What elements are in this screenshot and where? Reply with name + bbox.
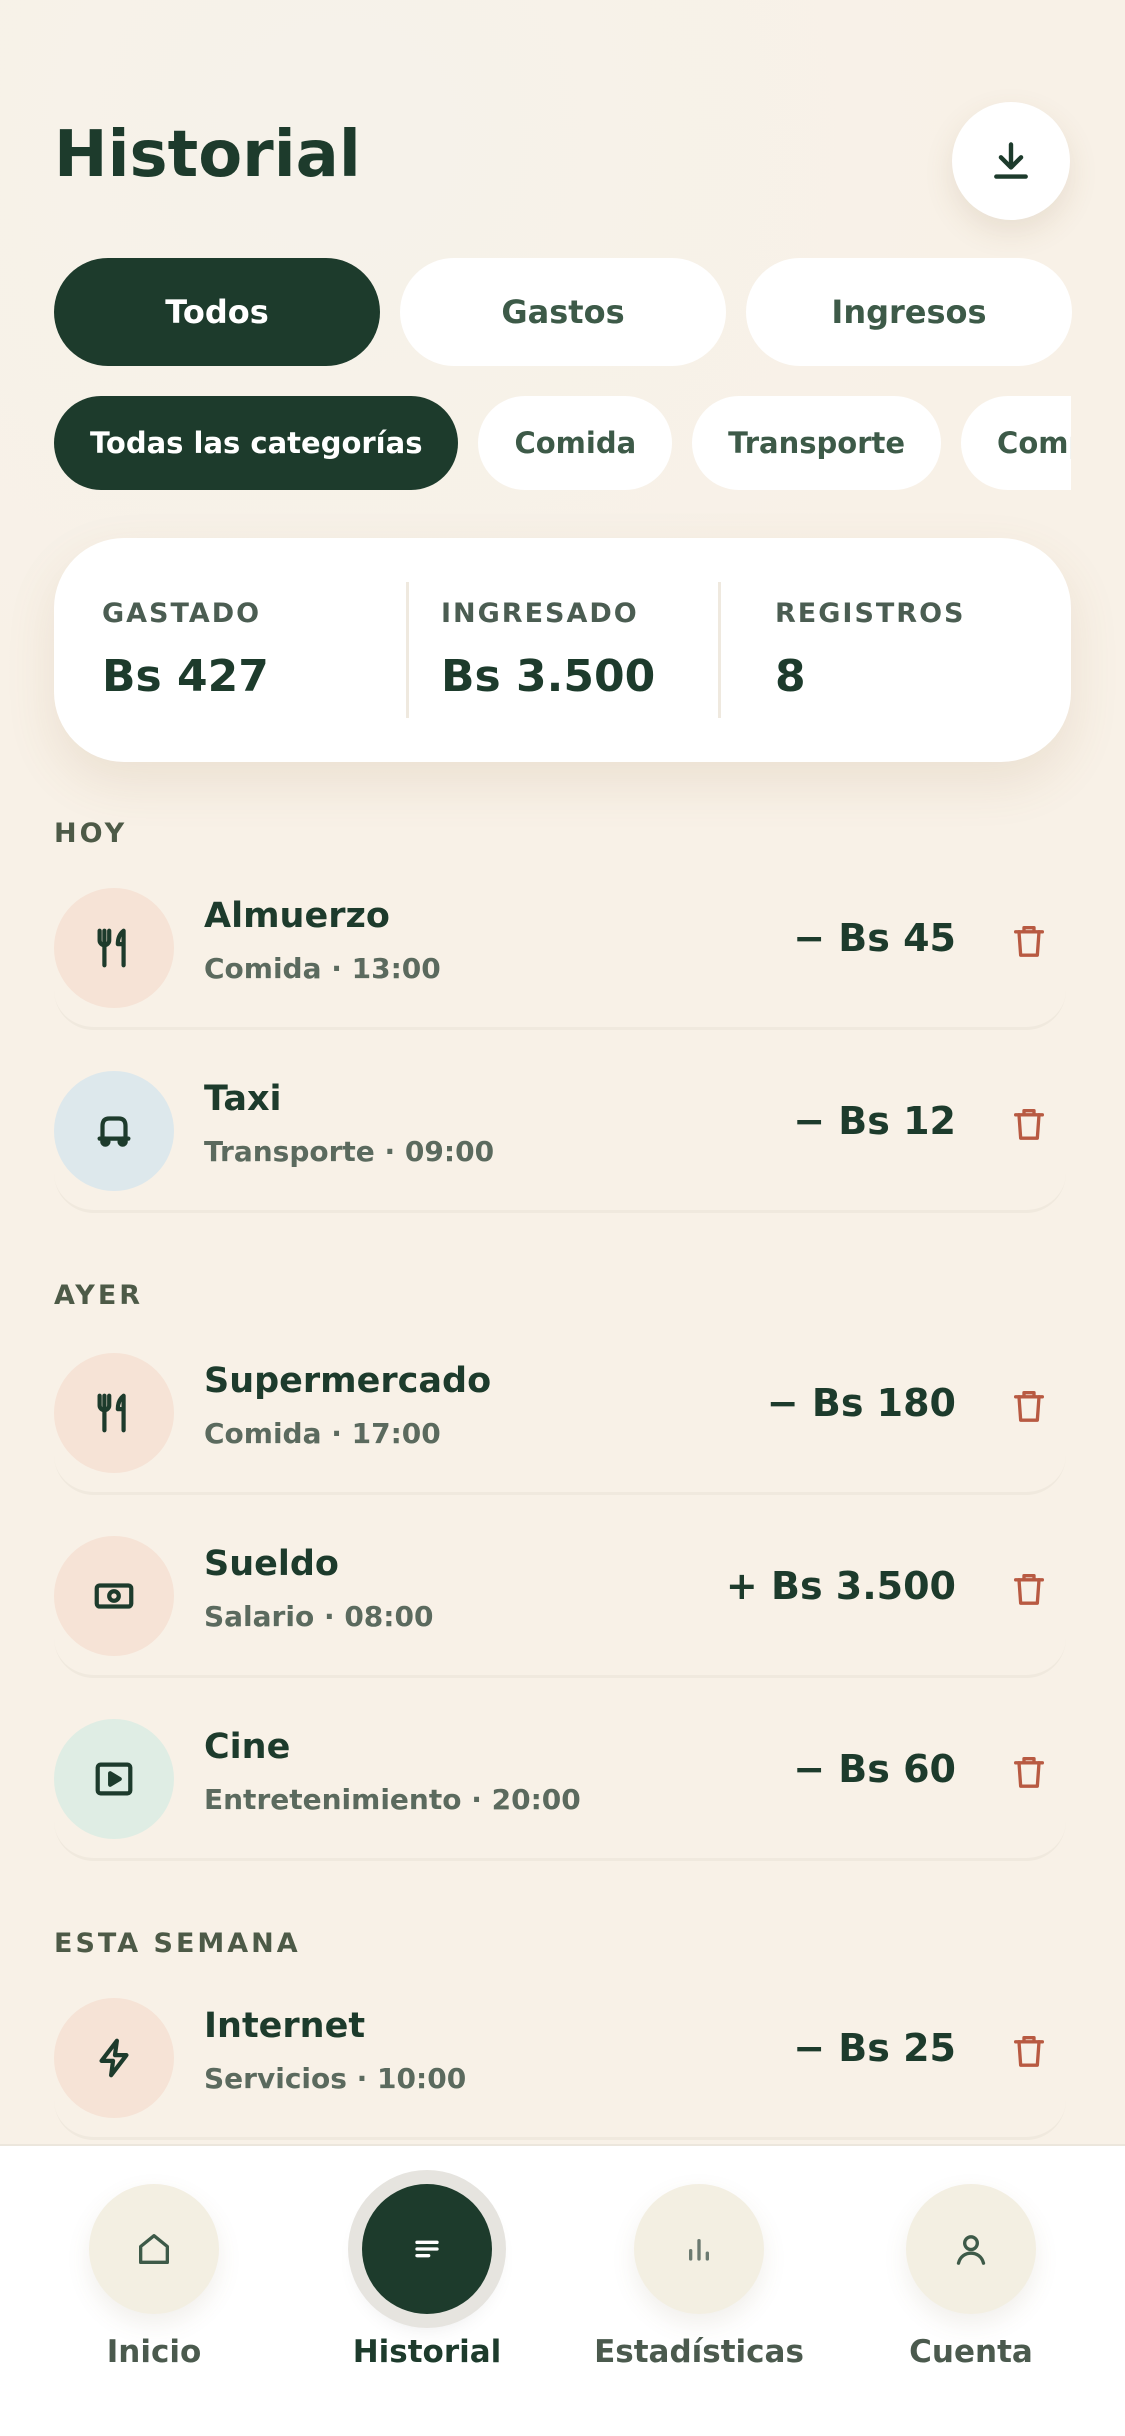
filter-expenses[interactable]: Gastos (400, 258, 726, 366)
summary-income: INGRESADO Bs 3.500 (406, 582, 718, 718)
delete-button[interactable] (1006, 2028, 1052, 2074)
category-filter: Todas las categorías Comida Transporte C… (54, 396, 1071, 490)
type-filter: Todos Gastos Ingresos (54, 258, 1072, 366)
delete-button[interactable] (1006, 918, 1052, 964)
transaction-icon (54, 1998, 174, 2118)
nav-home-label: Inicio (106, 2334, 202, 2370)
transaction-amount: − Bs 12 (793, 1099, 956, 1143)
transaction-icon (54, 1719, 174, 1839)
delete-button[interactable] (1006, 1749, 1052, 1795)
transaction-name: Sueldo (204, 1544, 339, 1584)
car-icon (97, 1116, 131, 1147)
delete-button[interactable] (1006, 1101, 1052, 1147)
category-chip-all[interactable]: Todas las categorías (54, 396, 459, 490)
nav-home[interactable]: Inicio (54, 2184, 254, 2370)
category-chip-food[interactable]: Comida (478, 396, 673, 490)
transaction-row[interactable]: Sueldo Salario · 08:00 + Bs 3.500 (54, 1528, 1066, 1678)
summary-spent-label: GASTADO (102, 598, 262, 629)
summary-income-value: Bs 3.500 (441, 651, 656, 702)
home-icon (139, 2234, 169, 2264)
utensils-icon (97, 928, 126, 968)
user-icon (956, 2235, 986, 2265)
transaction-meta: Transporte · 09:00 (204, 1135, 495, 1168)
summary-records-value: 8 (775, 651, 806, 702)
nav-account-button[interactable] (906, 2184, 1036, 2314)
download-button[interactable] (952, 102, 1070, 220)
bolt-icon (99, 2038, 129, 2078)
category-chip-shopping[interactable]: Compras (961, 396, 1071, 490)
page-title: Historial (54, 118, 361, 192)
section-label-today: HOY (54, 818, 128, 849)
transaction-amount: − Bs 25 (793, 2026, 956, 2070)
transaction-meta: Salario · 08:00 (204, 1600, 434, 1633)
trash-icon (1014, 1109, 1044, 1140)
nav-history[interactable]: Historial (327, 2184, 527, 2370)
bar-chart-icon (689, 2239, 709, 2261)
transaction-icon (54, 888, 174, 1008)
nav-stats-button[interactable] (634, 2184, 764, 2314)
transaction-row[interactable]: Almuerzo Comida · 13:00 − Bs 45 (54, 880, 1066, 1030)
nav-stats[interactable]: Estadísticas (594, 2184, 804, 2370)
transaction-amount: − Bs 180 (766, 1381, 956, 1425)
summary-card: GASTADO Bs 427 INGRESADO Bs 3.500 REGIST… (54, 538, 1071, 762)
transaction-name: Internet (204, 2006, 366, 2046)
delete-button[interactable] (1006, 1383, 1052, 1429)
transaction-name: Almuerzo (204, 896, 390, 936)
bottom-nav: Inicio Historial Estadísticas Cuenta (0, 2144, 1125, 2436)
transaction-icon (54, 1353, 174, 1473)
transaction-icon (54, 1071, 174, 1191)
transaction-icon (54, 1536, 174, 1656)
list-icon (415, 2240, 439, 2258)
section-label-yesterday: AYER (54, 1280, 144, 1311)
transaction-row[interactable]: Internet Servicios · 10:00 − Bs 25 (54, 1990, 1066, 2140)
transaction-meta: Entretenimiento · 20:00 (204, 1783, 581, 1816)
summary-spent: GASTADO Bs 427 (54, 582, 406, 718)
transaction-meta: Comida · 13:00 (204, 952, 441, 985)
category-chip-transport[interactable]: Transporte (692, 396, 942, 490)
transaction-amount: − Bs 60 (793, 1747, 956, 1791)
transaction-name: Taxi (204, 1079, 282, 1119)
section-label-this-week: ESTA SEMANA (54, 1928, 301, 1959)
trash-icon (1014, 1574, 1044, 1605)
summary-records: REGISTROS 8 (718, 582, 1071, 718)
transaction-amount: + Bs 3.500 (725, 1564, 956, 1608)
transaction-meta: Servicios · 10:00 (204, 2062, 467, 2095)
banknote-icon (94, 1583, 134, 1609)
transaction-amount: − Bs 45 (793, 916, 956, 960)
nav-history-button[interactable] (362, 2184, 492, 2314)
filter-all[interactable]: Todos (54, 258, 380, 366)
trash-icon (1014, 1757, 1044, 1788)
nav-history-label: Historial (352, 2334, 502, 2370)
delete-button[interactable] (1006, 1566, 1052, 1612)
summary-spent-value: Bs 427 (102, 651, 269, 702)
summary-records-label: REGISTROS (775, 598, 966, 629)
transaction-row[interactable]: Taxi Transporte · 09:00 − Bs 12 (54, 1063, 1066, 1213)
utensils-icon (97, 1393, 126, 1433)
nav-home-button[interactable] (89, 2184, 219, 2314)
transaction-row[interactable]: Supermercado Comida · 17:00 − Bs 180 (54, 1345, 1066, 1495)
nav-stats-label: Estadísticas (594, 2334, 804, 2370)
trash-icon (1014, 2036, 1044, 2067)
transaction-meta: Comida · 17:00 (204, 1417, 441, 1450)
trash-icon (1014, 1391, 1044, 1422)
transaction-name: Supermercado (204, 1361, 492, 1401)
transaction-row[interactable]: Cine Entretenimiento · 20:00 − Bs 60 (54, 1711, 1066, 1861)
trash-icon (1014, 926, 1044, 957)
transaction-name: Cine (204, 1727, 291, 1767)
play-icon (95, 1762, 133, 1796)
filter-income[interactable]: Ingresos (746, 258, 1072, 366)
summary-income-label: INGRESADO (441, 598, 639, 629)
nav-account[interactable]: Cuenta (871, 2184, 1071, 2370)
nav-account-label: Cuenta (909, 2334, 1033, 2370)
download-icon (994, 142, 1028, 179)
